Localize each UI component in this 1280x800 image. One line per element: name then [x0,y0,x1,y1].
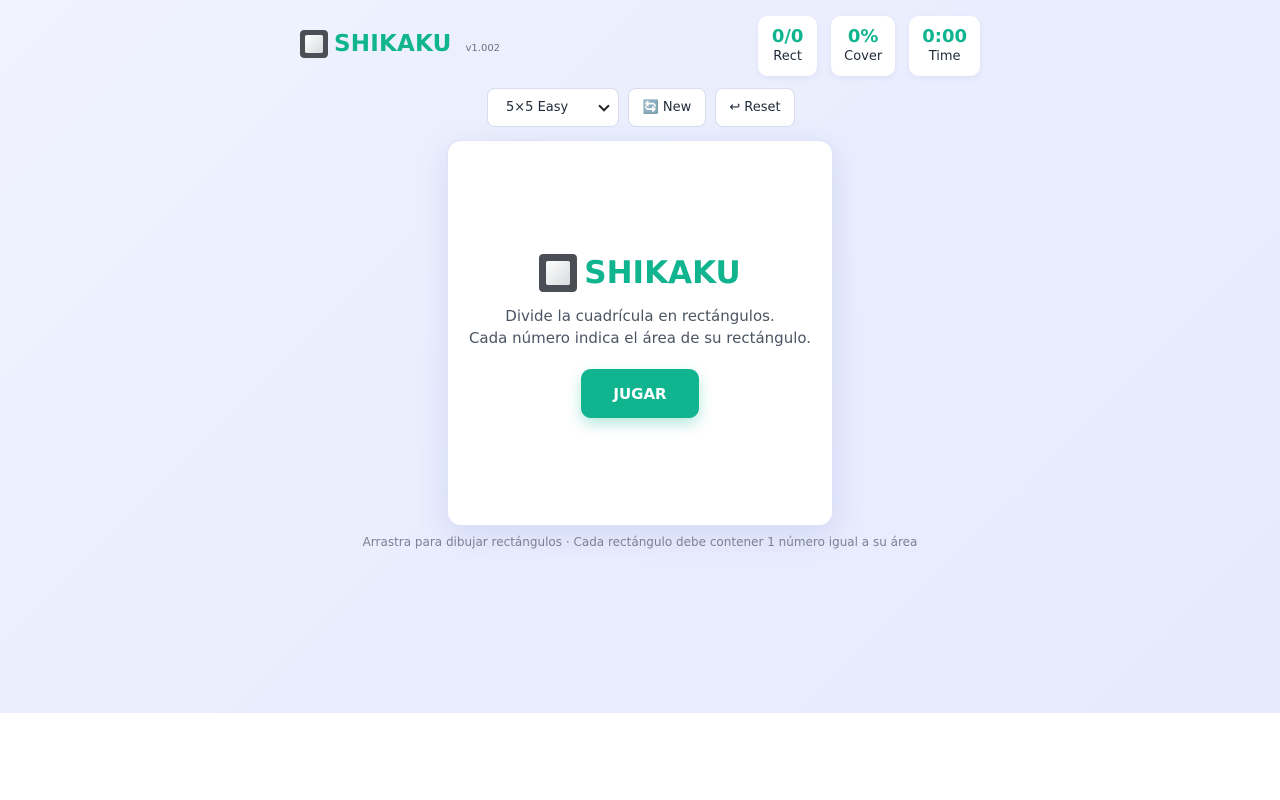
controls-bar: 5×5 Easy 🔄 New ↩ Reset [487,88,795,127]
overlay-description: Divide la cuadrícula en rectángulos. Cad… [448,305,832,349]
stat-time-label: Time [928,49,961,64]
stat-cover: 0% Cover [831,16,896,76]
brand: SHIKAKU v1.002 [300,30,500,58]
reset-button-label: Reset [744,100,781,115]
stat-rect-label: Rect [773,49,802,64]
chevron-down-icon [598,99,610,112]
stat-rect-value: 0/0 [771,26,804,47]
stat-time: 0:00 Time [909,16,980,76]
overlay-title-text: SHIKAKU [584,255,741,291]
difficulty-selected-value: 5×5 Easy [506,100,569,115]
refresh-icon: 🔄 [642,100,659,115]
stat-cover-label: Cover [844,49,883,64]
overlay-title: SHIKAKU [448,254,832,292]
reset-button[interactable]: ↩ Reset [715,88,795,127]
difficulty-select[interactable]: 5×5 Easy [487,88,619,127]
stat-cover-value: 0% [847,26,879,47]
new-button[interactable]: 🔄 New [628,88,706,127]
app-title: SHIKAKU [334,31,452,57]
square-button-icon [539,254,578,292]
app-version: v1.002 [465,42,501,54]
overlay-description-line-2: Cada número indica el área de su rectáng… [468,329,812,347]
stat-time-value: 0:00 [922,26,967,47]
header: SHIKAKU v1.002 0/0 Rect 0% Cover 0:00 Ti… [300,16,980,76]
game-board[interactable]: SHIKAKU Divide la cuadrícula en rectángu… [447,140,833,526]
play-button[interactable]: JUGAR [581,369,699,418]
stat-rect: 0/0 Rect [758,16,818,76]
instructions-hint: Arrastra para dibujar rectángulos · Cada… [362,535,918,549]
new-button-label: New [662,100,692,115]
square-button-icon [300,30,328,58]
overlay-description-line-1: Divide la cuadrícula en rectángulos. [505,307,775,325]
stats-panel: 0/0 Rect 0% Cover 0:00 Time [758,16,980,76]
undo-icon: ↩ [729,100,741,115]
